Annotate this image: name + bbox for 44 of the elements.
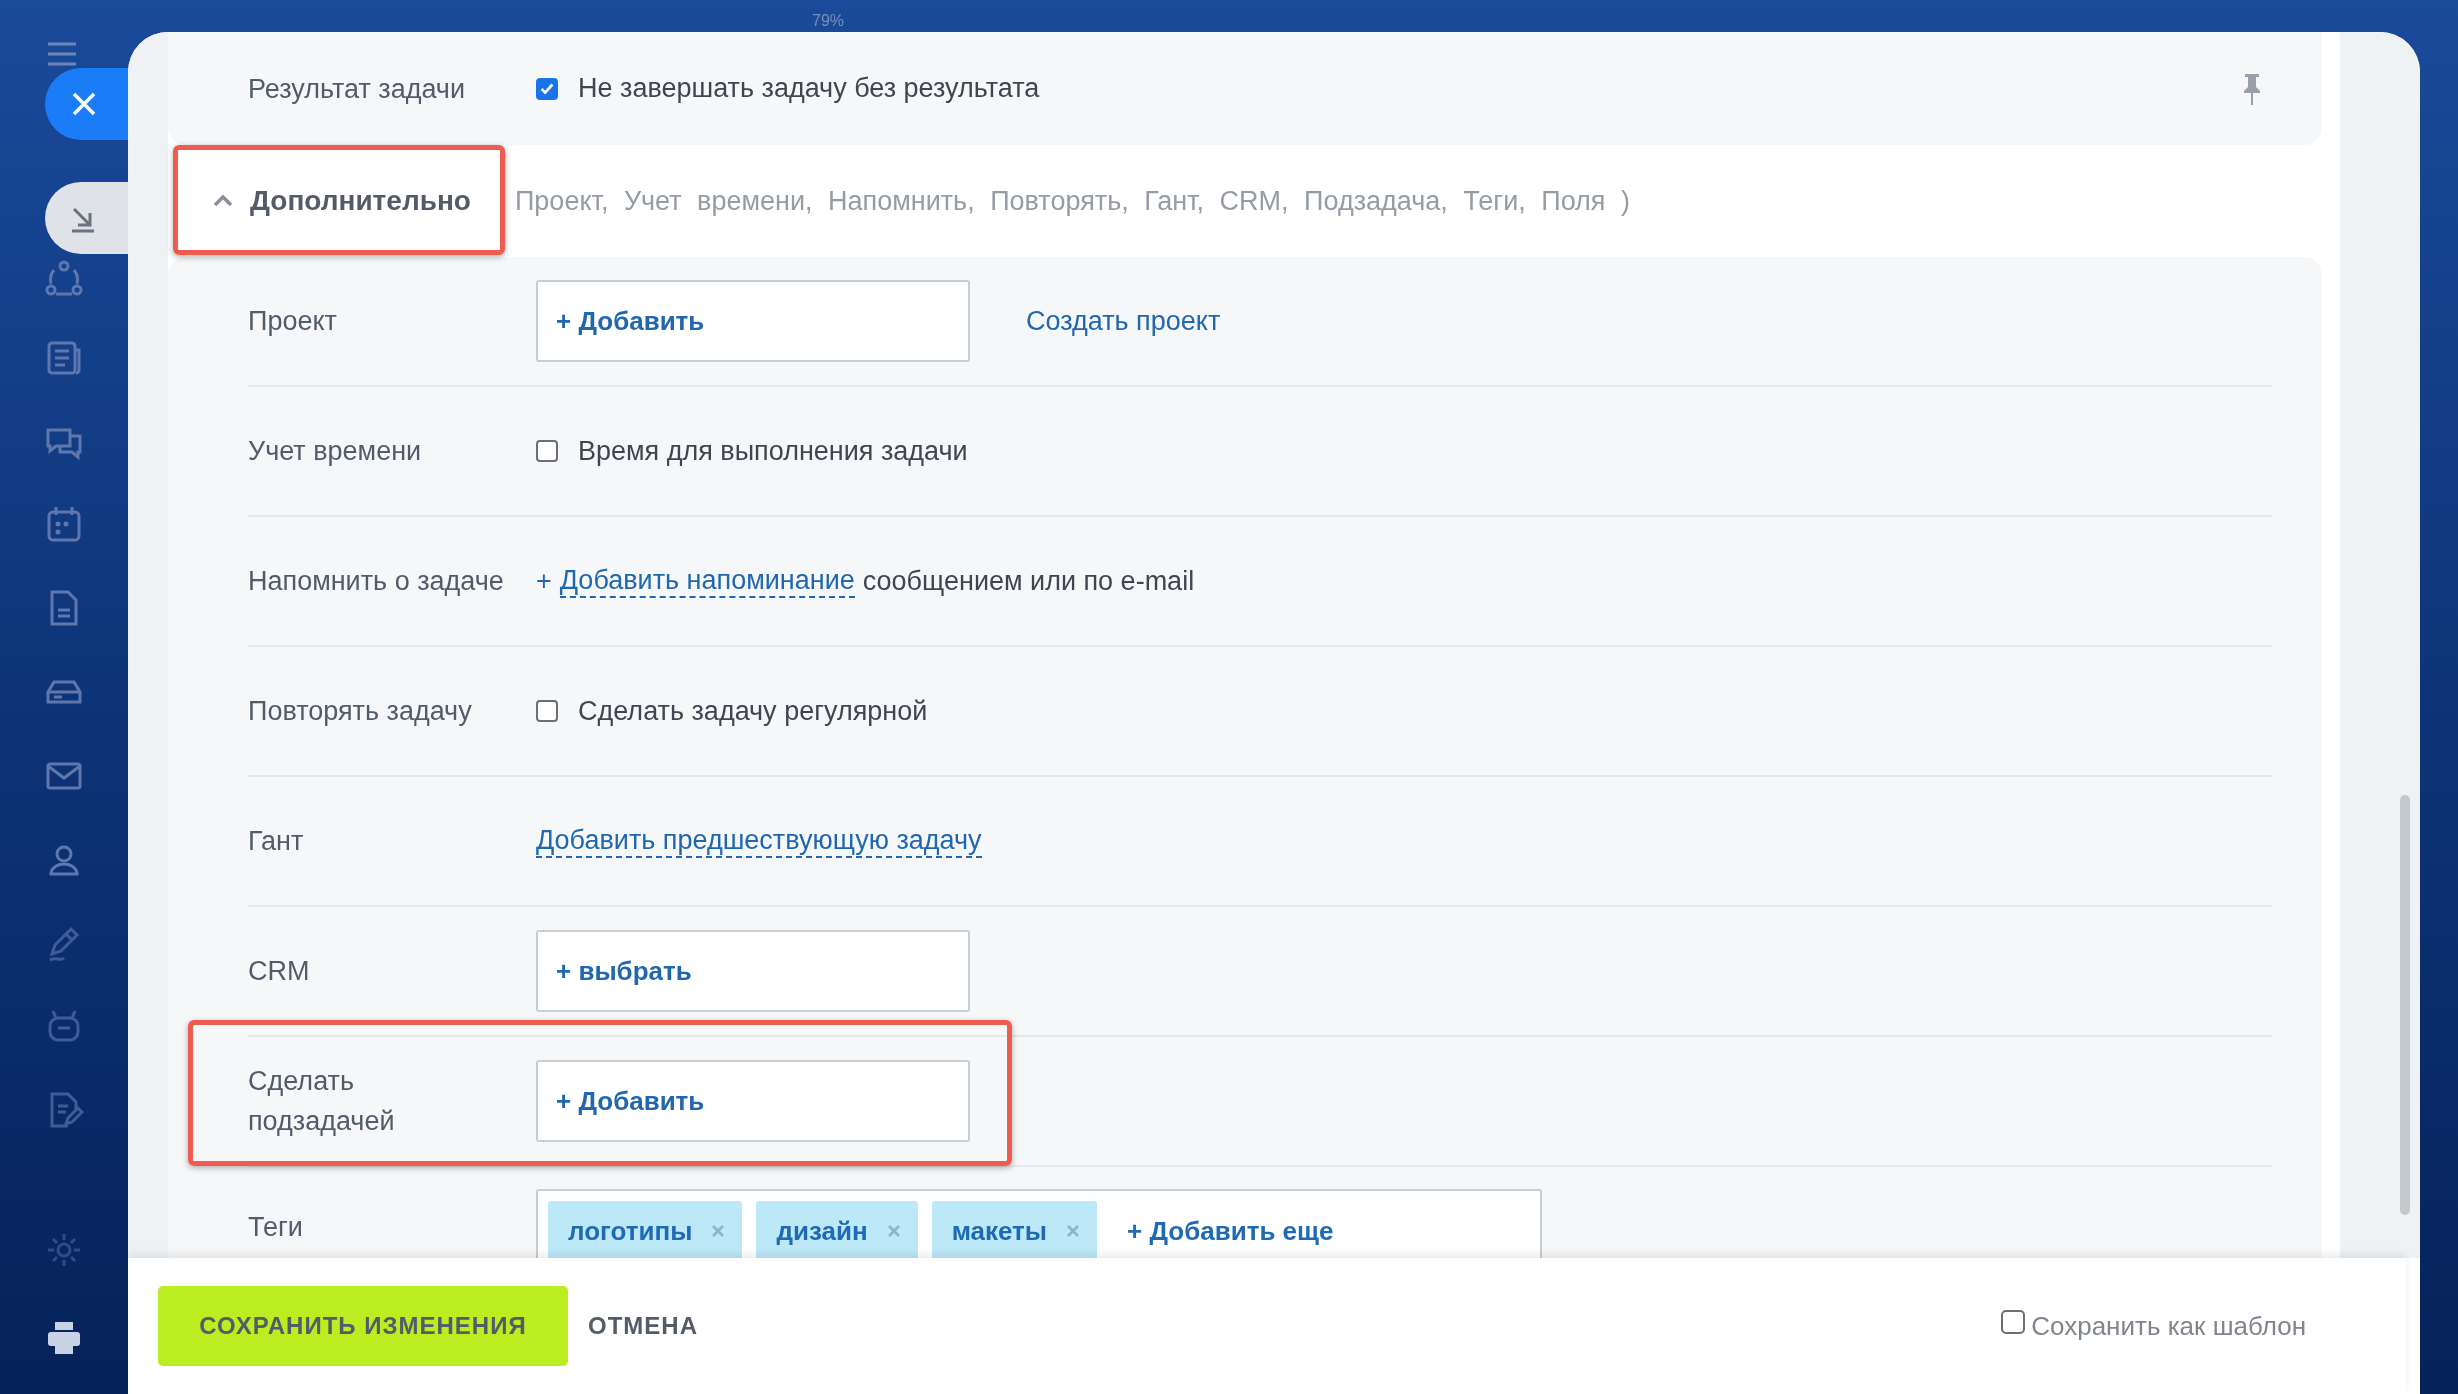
network-icon[interactable] [44, 258, 84, 298]
checkbox-label: Время для выполнения задачи [578, 435, 968, 467]
field-label: Гант [248, 825, 305, 858]
add-link[interactable]: Добавить предшествующую задачу [536, 824, 982, 858]
chevron-icon [212, 194, 234, 208]
field-label: Напомнить о задаче [248, 565, 505, 598]
checkbox[interactable] [536, 77, 558, 100]
add-button[interactable]: + Добавить [536, 280, 970, 362]
section-summary: Проект, Учет времени, Напомнить, Повторять, Гант, CRM, Подзадача, Теги, Поля ) [514, 185, 1630, 217]
checkbox-label: Сделать задачу регулярной [578, 695, 928, 727]
field-label: CRM [248, 955, 311, 988]
field-label: Теги [248, 1211, 304, 1244]
field-label: Повторять задачу [248, 695, 473, 728]
field-label: Результат задачи [248, 72, 466, 106]
checkbox[interactable] [2001, 1310, 2026, 1334]
hint-text: сообщением или по e-mail [862, 565, 1195, 597]
checkbox[interactable] [536, 700, 558, 722]
scrollbar[interactable] [2400, 795, 2410, 1215]
add-reminder-link[interactable]: Добавить напоминание [559, 564, 855, 598]
checkbox[interactable] [536, 440, 558, 462]
close-button[interactable] [45, 68, 128, 140]
field-label: Проект [248, 305, 338, 338]
collapse-button[interactable] [45, 182, 128, 254]
field-label: Сделать подзадачей [248, 1065, 396, 1138]
tag-label: макеты [951, 1215, 1048, 1247]
checkbox-label: Сохранить как шаблон [2031, 1310, 2306, 1342]
remove-icon[interactable] [710, 1223, 727, 1239]
checkbox-label: Не завершать задачу без результата [578, 73, 1040, 104]
cancel-button[interactable]: ОТМЕНА [582, 1311, 704, 1341]
remove-icon[interactable] [885, 1223, 902, 1239]
plus-sign: + [536, 565, 552, 597]
remove-icon[interactable] [1065, 1223, 1082, 1239]
add-tag-button[interactable]: + Добавить еще [1121, 1214, 1340, 1248]
save-button[interactable]: СОХРАНИТЬ ИЗМЕНЕНИЯ [158, 1286, 568, 1366]
tags-field[interactable]: логотипы дизайн макеты + Добавить еще [536, 1189, 1542, 1258]
zoom-label: 79% [812, 12, 845, 30]
create-link[interactable]: Создать проект [1026, 305, 1221, 337]
add-button[interactable]: + выбрать [536, 930, 970, 1012]
section-toggle[interactable]: Дополнительно [212, 185, 471, 217]
field-label: Учет времени [248, 435, 423, 468]
add-button[interactable]: + Добавить [536, 1060, 970, 1142]
tag-label: дизайн [776, 1215, 868, 1247]
pin-icon[interactable] [2242, 71, 2262, 106]
tag-label: логотипы [568, 1215, 693, 1247]
